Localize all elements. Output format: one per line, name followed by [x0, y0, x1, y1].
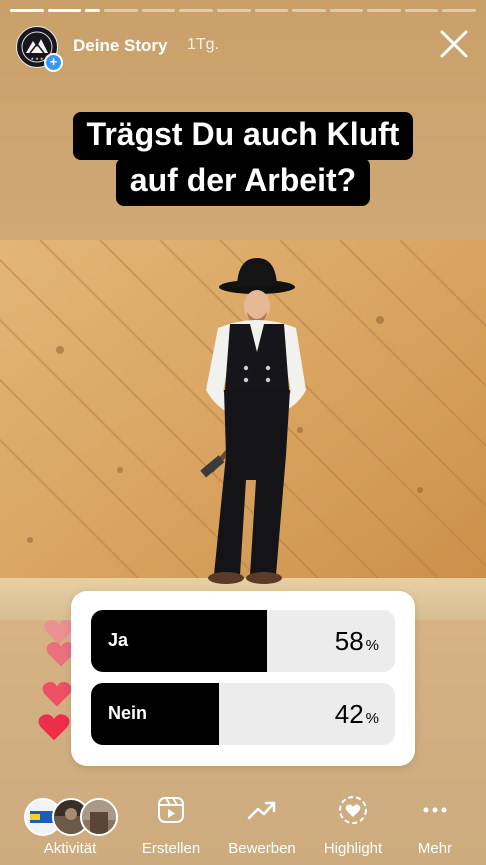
highlight-label: Highlight: [323, 840, 383, 857]
create-label: Erstellen: [141, 840, 201, 857]
viewers-avatars-icon: [18, 790, 122, 836]
progress-segment: [47, 9, 82, 12]
carpenter-photo-image: [0, 240, 486, 620]
create-button[interactable]: Erstellen: [138, 790, 204, 857]
highlight-button[interactable]: Highlight: [318, 790, 388, 857]
promote-label: Bewerben: [228, 840, 296, 857]
story-timestamp: 1Tg.: [187, 36, 220, 53]
progress-segment: [10, 9, 44, 12]
close-icon[interactable]: [438, 28, 470, 60]
activity-label: Aktivität: [43, 840, 97, 857]
viewer-avatar: [80, 798, 118, 836]
progress-segment: [141, 9, 176, 12]
poll-sticker: Ja 58% Nein 42%: [71, 591, 415, 766]
progress-segment: [85, 9, 101, 12]
progress-segment: [329, 9, 364, 12]
add-story-plus-icon[interactable]: +: [44, 53, 63, 72]
poll-option-nein[interactable]: Nein 42%: [91, 683, 395, 745]
progress-segment: [367, 9, 401, 12]
reaction-heart-icon: [38, 714, 70, 741]
poll-option-percent: 58%: [335, 626, 379, 657]
poll-percent-value: 42: [334, 699, 364, 729]
story-owner-name[interactable]: Deine Story: [73, 36, 167, 56]
heart-circle-icon: [339, 796, 367, 824]
create-icon: [158, 797, 184, 823]
progress-segment: [217, 9, 251, 12]
trend-arrow-icon: [247, 801, 276, 820]
progress-segment: [442, 9, 477, 12]
progress-segment: [104, 9, 138, 12]
progress-segment: [254, 9, 289, 12]
more-button[interactable]: Mehr: [410, 790, 460, 857]
poll-percent-value: 58: [334, 626, 364, 656]
svg-text:★ ★ ★: ★ ★ ★: [31, 56, 44, 61]
poll-option-label: Nein: [108, 703, 148, 723]
promote-button[interactable]: Bewerben: [225, 790, 299, 857]
poll-percent-sign: %: [365, 710, 379, 727]
poll-option-percent: 42%: [335, 699, 379, 730]
activity-button[interactable]: Aktivität: [18, 790, 122, 857]
story-progress-bar: [10, 9, 477, 12]
poll-percent-sign: %: [365, 637, 379, 654]
more-label: Mehr: [417, 840, 453, 857]
story-header: ★ ★ ★ + Deine Story 1Tg.: [16, 26, 470, 72]
question-line-1: Trägst Du auch Kluft: [72, 112, 414, 160]
progress-segment: [404, 9, 439, 12]
progress-segment: [179, 9, 213, 12]
progress-segment: [292, 9, 326, 12]
more-dots-icon: [423, 807, 447, 813]
question-sticker: Trägst Du auch Kluft auf der Arbeit?: [0, 112, 486, 206]
poll-option-label: Ja: [108, 630, 129, 650]
reaction-heart-icon: [42, 682, 72, 707]
question-line-2: auf der Arbeit?: [115, 158, 371, 206]
story-bottom-bar: Aktivität Erstellen Bewerben Highlight M…: [0, 790, 486, 865]
story-photo: [0, 240, 486, 620]
poll-option-ja[interactable]: Ja 58%: [91, 610, 395, 672]
